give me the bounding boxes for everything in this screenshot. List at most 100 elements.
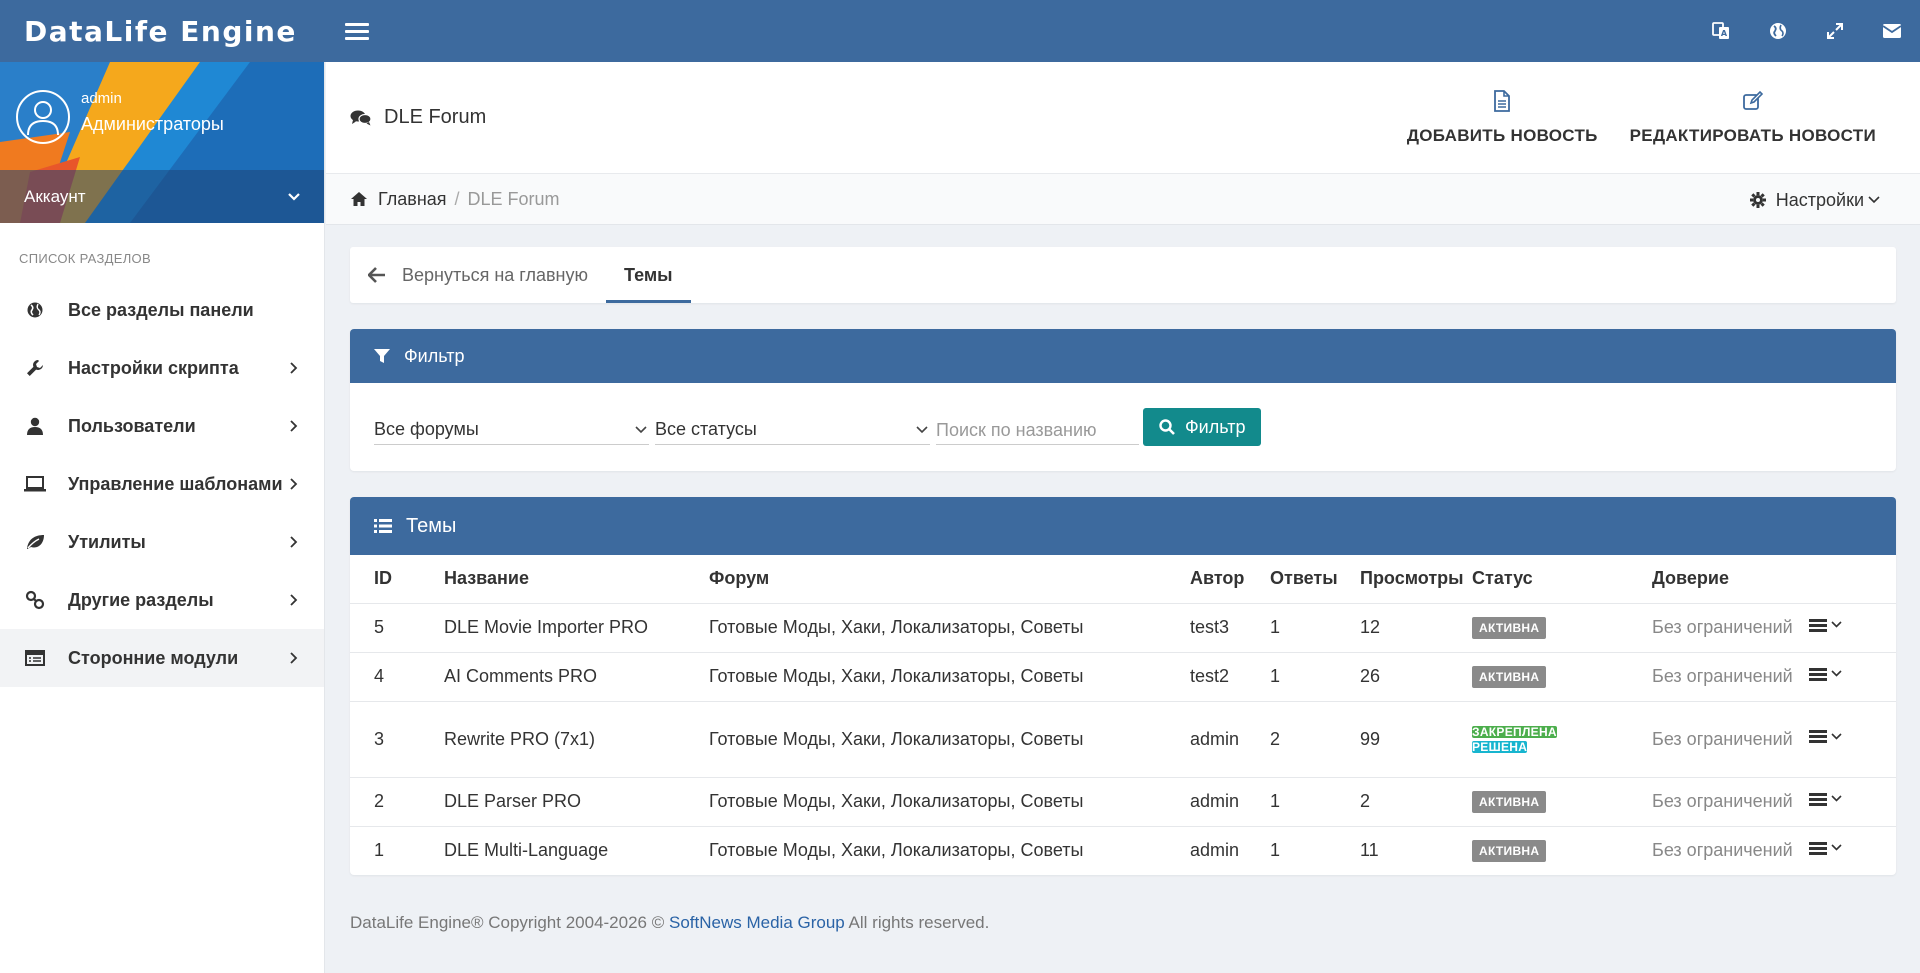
row-actions-menu[interactable] [1809,840,1842,857]
list-icon [374,518,392,534]
mail-icon[interactable] [1863,0,1920,62]
breadcrumb-home-link[interactable]: Главная [378,189,447,210]
row-actions-cell [1809,651,1896,701]
topic-status: АКТИВНА [1472,651,1652,701]
breadcrumb-current: DLE Forum [467,188,560,209]
arrow-left-icon [368,267,386,283]
chevron-down-icon [635,425,647,433]
topic-name[interactable]: DLE Movie Importer PRO [444,602,709,652]
column-header-id[interactable]: ID [350,555,444,603]
chevron-right-icon [290,362,298,374]
account-dropdown[interactable]: Аккаунт [0,170,324,223]
topic-views: 26 [1360,651,1472,701]
settings-dropdown[interactable]: Настройки [1749,174,1880,226]
topic-trust: Без ограничений [1652,651,1809,701]
column-header-trust[interactable]: Доверие [1652,555,1809,603]
chevron-right-icon [290,478,298,490]
page-title-text: DLE Forum [384,106,487,128]
footer: DataLife Engine® Copyright 2004-2026 © S… [350,913,1896,933]
tab-topics[interactable]: Темы [605,247,691,303]
footer-rights: All rights reserved. [848,913,990,932]
topic-name[interactable]: Rewrite PRO (7x1) [444,700,709,777]
column-header-forum[interactable]: Форум [709,555,1190,603]
row-actions-menu[interactable] [1809,666,1842,683]
top-icons: A [1692,0,1920,62]
page-header: DLE Forum ДОБАВИТЬ НОВОСТЬ РЕДАКТИРОВАТЬ… [326,62,1920,173]
search-icon [1159,419,1175,435]
column-header-author[interactable]: Автор [1190,555,1270,603]
sidebar-item-third-party-modules[interactable]: Сторонние модули [0,629,324,687]
hamburger-icon [1809,728,1827,745]
sidebar-item-all-sections[interactable]: Все разделы панели [0,281,324,339]
brand-logo[interactable]: DataLife Engine [0,0,325,62]
hamburger-icon [1809,840,1827,857]
sidebar-item-templates[interactable]: Управление шаблонами [0,455,324,513]
topic-author: admin [1190,700,1270,777]
topic-views: 99 [1360,700,1472,777]
topic-forum: Готовые Моды, Хаки, Локализаторы, Советы [709,825,1190,875]
column-header-views[interactable]: Просмотры [1360,555,1472,603]
topic-views: 2 [1360,776,1472,826]
row-actions-cell [1809,825,1896,875]
topic-author: test3 [1190,602,1270,652]
row-actions-menu[interactable] [1809,791,1842,808]
sidebar-item-utilities[interactable]: Утилиты [0,513,324,571]
edit-news-button[interactable]: РЕДАКТИРОВАТЬ НОВОСТИ [1614,62,1892,173]
chevron-down-icon [1831,732,1842,740]
add-news-button[interactable]: ДОБАВИТЬ НОВОСТЬ [1391,62,1614,173]
row-actions-menu[interactable] [1809,728,1842,745]
chevron-right-icon [290,420,298,432]
sidebar-item-script-settings[interactable]: Настройки скрипта [0,339,324,397]
topic-trust: Без ограничений [1652,602,1809,652]
avatar[interactable] [16,90,70,144]
topic-forum: Готовые Моды, Хаки, Локализаторы, Советы [709,700,1190,777]
status-badge: АКТИВНА [1472,617,1547,639]
forum-select[interactable]: Все форумы [374,409,649,445]
chevron-down-icon [1868,196,1880,204]
topics-panel: Темы ID Название Форум Автор Ответы Прос… [350,497,1896,875]
column-header-status[interactable]: Статус [1472,555,1652,603]
topic-author: test2 [1190,651,1270,701]
globe-icon[interactable] [1749,0,1806,62]
menu-toggle-icon[interactable] [345,19,369,44]
chevron-right-icon [290,652,298,664]
add-news-label: ДОБАВИТЬ НОВОСТЬ [1406,125,1598,145]
chevron-down-icon [288,192,300,201]
back-tab-label: Вернуться на главную [402,264,588,285]
topic-name[interactable]: AI Comments PRO [444,651,709,701]
table-row: 1 DLE Multi-Language Готовые Моды, Хаки,… [350,825,1896,875]
topics-tab-label: Темы [623,264,673,285]
search-input[interactable] [936,409,1139,445]
user-group: Администраторы [81,114,224,134]
topic-id: 5 [350,602,444,652]
topic-replies: 1 [1270,776,1360,826]
globe-icon [24,301,46,319]
filter-title: Фильтр [404,345,465,366]
topic-replies: 2 [1270,700,1360,777]
sidebar-item-other-sections[interactable]: Другие разделы [0,571,324,629]
softnews-link[interactable]: SoftNews Media Group [669,913,845,932]
sidebar-item-label: Настройки скрипта [68,357,239,378]
wrench-icon [24,358,46,378]
column-header-actions [1809,555,1896,603]
topic-trust: Без ограничений [1652,825,1809,875]
fullscreen-icon[interactable] [1806,0,1863,62]
status-select[interactable]: Все статусы [655,409,930,445]
topic-forum: Готовые Моды, Хаки, Локализаторы, Советы [709,651,1190,701]
status-badge: АКТИВНА [1472,840,1547,863]
filter-button[interactable]: Фильтр [1143,408,1262,446]
link-icon [24,590,46,610]
topics-panel-header: Темы [350,497,1896,555]
topic-name[interactable]: DLE Parser PRO [444,776,709,826]
sidebar-item-users[interactable]: Пользователи [0,397,324,455]
row-actions-menu[interactable] [1809,617,1842,634]
column-header-name[interactable]: Название [444,555,709,603]
translate-icon[interactable]: A [1692,0,1749,62]
back-to-main-tab[interactable]: Вернуться на главную [350,247,606,303]
sidebar-item-label: Все разделы панели [68,299,254,320]
settings-label: Настройки [1775,189,1864,210]
topic-name[interactable]: DLE Multi-Language [444,825,709,875]
file-icon [1494,89,1511,112]
column-header-replies[interactable]: Ответы [1270,555,1360,603]
topic-views: 11 [1360,825,1472,875]
